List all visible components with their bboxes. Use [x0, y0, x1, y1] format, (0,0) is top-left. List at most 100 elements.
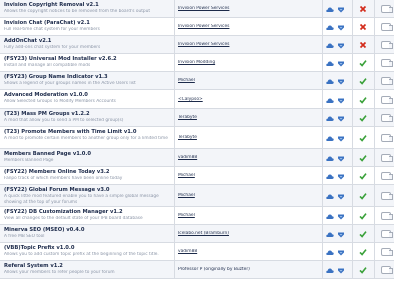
- mod-author[interactable]: Invision Power Services: [178, 24, 320, 30]
- action-menu-icon[interactable]: [381, 77, 393, 85]
- mod-author: Professor P (originally by Buzter): [178, 267, 250, 272]
- move-down-icon[interactable]: [337, 173, 345, 180]
- move-down-icon[interactable]: [337, 78, 345, 85]
- action-menu-icon[interactable]: [381, 266, 393, 274]
- column-divider: [352, 72, 353, 89]
- action-menu-icon[interactable]: [381, 41, 393, 49]
- mod-author[interactable]: vadim88: [178, 249, 320, 255]
- info-cloud-icon[interactable]: [326, 249, 334, 256]
- column-divider: [322, 54, 323, 71]
- move-down-icon[interactable]: [337, 60, 345, 67]
- check-icon[interactable]: [359, 248, 367, 256]
- check-icon[interactable]: [359, 230, 367, 238]
- action-menu-icon[interactable]: [381, 5, 393, 13]
- action-menu-icon[interactable]: [381, 114, 393, 122]
- info-cloud-icon[interactable]: [326, 60, 334, 67]
- action-menu-icon[interactable]: [381, 248, 393, 256]
- move-down-icon[interactable]: [337, 135, 345, 142]
- column-divider: [352, 127, 353, 148]
- check-icon[interactable]: [359, 59, 367, 67]
- column-divider: [322, 90, 323, 108]
- move-down-icon[interactable]: [337, 155, 345, 162]
- action-menu-icon[interactable]: [381, 154, 393, 162]
- mod-name: (VBB)Topic Prefix v1.0.0: [4, 245, 75, 251]
- info-cloud-icon[interactable]: [326, 155, 334, 162]
- check-icon[interactable]: [359, 77, 367, 85]
- mod-name: (T23) Promote Members with Time Limit v1…: [4, 129, 137, 135]
- mod-author[interactable]: Michael: [178, 213, 320, 219]
- info-cloud-icon[interactable]: [326, 193, 334, 200]
- move-down-icon[interactable]: [337, 267, 345, 274]
- mod-author[interactable]: Michael: [178, 173, 320, 179]
- check-icon[interactable]: [359, 212, 367, 220]
- move-down-icon[interactable]: [337, 213, 345, 220]
- move-down-icon[interactable]: [337, 193, 345, 200]
- mod-author[interactable]: Invision Modding: [178, 60, 320, 66]
- move-down-icon[interactable]: [337, 97, 345, 104]
- column-divider: [322, 207, 323, 224]
- check-icon[interactable]: [359, 154, 367, 162]
- mod-name: AddOnChat v2.1: [4, 38, 52, 44]
- mod-author[interactable]: Michael: [178, 78, 320, 84]
- check-icon[interactable]: [359, 266, 367, 274]
- info-cloud-icon[interactable]: [326, 115, 334, 122]
- mod-description: A free MB SEO tool: [4, 234, 45, 239]
- mod-row: Invision Chat (ParaChat) v2.1 Full real-t…: [0, 18, 394, 36]
- move-down-icon[interactable]: [337, 115, 345, 122]
- column-divider: [352, 90, 353, 108]
- check-icon[interactable]: [359, 192, 367, 200]
- mod-author[interactable]: Icelabo.net (Bramburn): [178, 231, 320, 237]
- move-down-icon[interactable]: [337, 249, 345, 256]
- info-cloud-icon[interactable]: [326, 267, 334, 274]
- mod-author[interactable]: Terabyte: [178, 135, 320, 141]
- cross-icon[interactable]: [359, 23, 367, 31]
- cross-icon[interactable]: [359, 41, 367, 49]
- action-menu-icon[interactable]: [381, 230, 393, 238]
- check-icon[interactable]: [359, 96, 367, 104]
- info-cloud-icon[interactable]: [326, 24, 334, 31]
- move-down-icon[interactable]: [337, 42, 345, 49]
- mod-author[interactable]: Michael: [178, 193, 320, 199]
- action-menu-icon[interactable]: [381, 134, 393, 142]
- mod-author[interactable]: Terabyte: [178, 115, 320, 121]
- mod-description: Shows a legend of your groups names in t…: [4, 81, 136, 86]
- move-down-icon[interactable]: [337, 6, 345, 13]
- info-cloud-icon[interactable]: [326, 231, 334, 238]
- mod-name: (FSY22) Members Online Today v3.2: [4, 169, 110, 175]
- mod-row: Invision Copyright Removal v2.1 Allows th…: [0, 0, 394, 18]
- info-cloud-icon[interactable]: [326, 97, 334, 104]
- column-divider: [322, 167, 323, 184]
- info-cloud-icon[interactable]: [326, 42, 334, 49]
- column-divider: [374, 185, 375, 206]
- check-icon[interactable]: [359, 134, 367, 142]
- action-menu-icon[interactable]: [381, 59, 393, 67]
- info-cloud-icon[interactable]: [326, 6, 334, 13]
- move-down-icon[interactable]: [337, 24, 345, 31]
- info-cloud-icon[interactable]: [326, 213, 334, 220]
- move-down-icon[interactable]: [337, 231, 345, 238]
- info-cloud-icon[interactable]: [326, 135, 334, 142]
- mod-author[interactable]: vadim88: [178, 155, 320, 161]
- column-divider: [174, 109, 175, 126]
- mod-row: (T23) Promote Members with Time Limit v1…: [0, 127, 394, 149]
- check-icon[interactable]: [359, 114, 367, 122]
- cross-icon[interactable]: [359, 5, 367, 13]
- mod-author[interactable]: Invision Power Services: [178, 6, 320, 12]
- mod-name: Members Banned Page v1.0.0: [4, 151, 91, 157]
- mod-author[interactable]: <Calypso>: [178, 97, 320, 103]
- column-divider: [322, 72, 323, 89]
- check-icon[interactable]: [359, 172, 367, 180]
- action-menu-icon[interactable]: [381, 95, 393, 104]
- column-divider: [352, 149, 353, 166]
- mod-row: (FSY23) Universal Mod Installer v2.6.2 In…: [0, 54, 394, 72]
- info-cloud-icon[interactable]: [326, 173, 334, 180]
- mod-author[interactable]: Invision Power Services: [178, 42, 320, 48]
- column-divider: [174, 149, 175, 166]
- action-menu-icon[interactable]: [381, 212, 393, 220]
- column-divider: [352, 167, 353, 184]
- action-menu-icon[interactable]: [381, 192, 393, 200]
- mod-name: (FSY23) Group Name Indicator v1.3: [4, 74, 108, 80]
- action-menu-icon[interactable]: [381, 23, 393, 31]
- info-cloud-icon[interactable]: [326, 78, 334, 85]
- action-menu-icon[interactable]: [381, 172, 393, 180]
